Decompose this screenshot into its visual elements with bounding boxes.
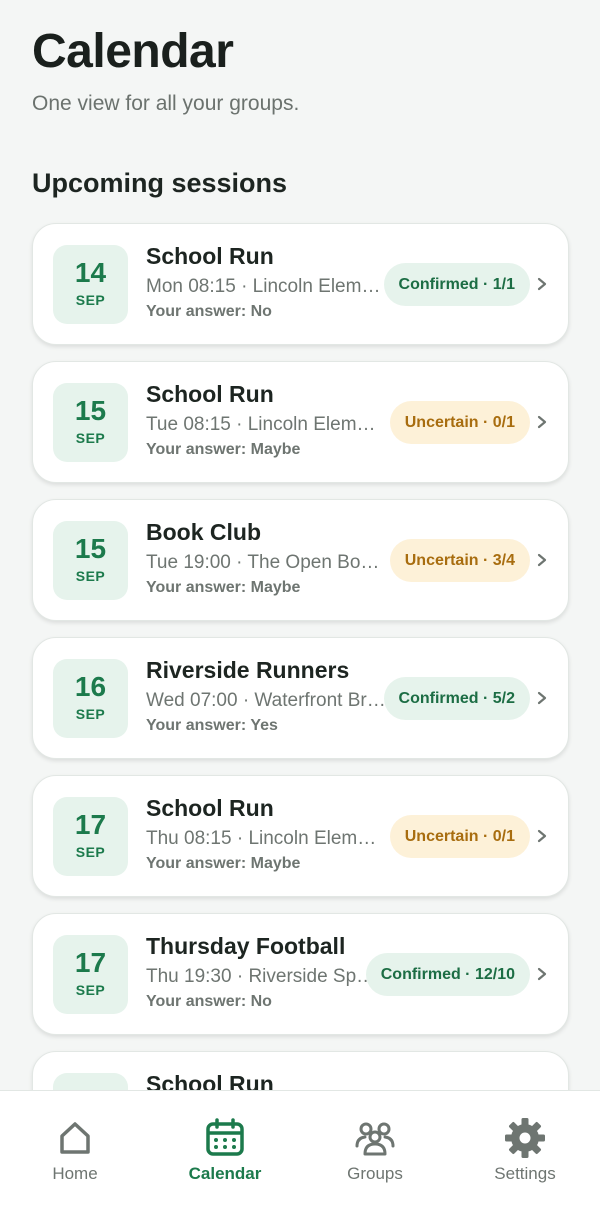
session-card[interactable]: 15 SEP School Run Tue 08:15 · Lincoln Eleme… bbox=[32, 361, 569, 483]
status-badge: Confirmed · 1/1 bbox=[383, 263, 530, 306]
page-subtitle: One view for all your groups. bbox=[32, 92, 300, 115]
calendar-screen: Calendar One view for all your groups. U… bbox=[0, 0, 600, 1208]
chevron-right-icon bbox=[537, 967, 547, 981]
session-title: School Run bbox=[146, 795, 274, 821]
date-month: SEP bbox=[75, 982, 106, 998]
date-badge: 17 SEP bbox=[53, 797, 128, 876]
date-badge: 15 SEP bbox=[53, 383, 128, 462]
chevron-right-icon bbox=[537, 553, 547, 567]
date-month: SEP bbox=[75, 430, 106, 446]
session-card[interactable]: 16 SEP Riverside Runners Wed 07:00 · Waterf… bbox=[32, 637, 569, 759]
date-day: 17 bbox=[74, 947, 107, 978]
home-icon bbox=[60, 1122, 90, 1154]
session-title: School Run bbox=[146, 243, 274, 269]
tab-home[interactable]: Home bbox=[0, 1091, 150, 1208]
groups-icon bbox=[355, 1122, 395, 1156]
session-info: Riverside Runners Wed 07:00 · Waterfront … bbox=[146, 655, 386, 735]
page-header: Calendar One view for all your groups. bbox=[32, 24, 299, 116]
session-info: School Run Tue 08:15 · Lincoln Elemen… You… bbox=[146, 379, 386, 459]
section-title: Upcoming sessions bbox=[32, 168, 288, 198]
date-month: SEP bbox=[75, 706, 106, 722]
tab-groups-label: Groups bbox=[347, 1164, 403, 1183]
tab-settings[interactable]: Settings bbox=[450, 1091, 600, 1208]
status-badge: Confirmed · 5/2 bbox=[383, 677, 530, 720]
session-answer: Your answer: No bbox=[146, 303, 272, 320]
date-month: SEP bbox=[75, 292, 106, 308]
session-list: 14 SEP School Run Mon 08:15 · Lincoln Eleme… bbox=[32, 223, 569, 1189]
session-meta: Thu 08:15 · Lincoln Elemen… bbox=[146, 828, 386, 849]
date-badge: 15 SEP bbox=[53, 521, 128, 600]
session-title: Thursday Football bbox=[146, 933, 346, 959]
page-title: Calendar bbox=[32, 25, 234, 78]
session-title: Book Club bbox=[146, 519, 261, 545]
chevron-right-icon bbox=[537, 691, 547, 705]
session-meta: Tue 19:00 · The Open Book… bbox=[146, 552, 386, 573]
status-badge: Confirmed · 12/10 bbox=[365, 953, 530, 996]
session-answer: Your answer: No bbox=[146, 993, 272, 1010]
session-title: School Run bbox=[146, 381, 274, 407]
date-day: 15 bbox=[74, 533, 107, 564]
status-badge: Uncertain · 3/4 bbox=[389, 539, 530, 582]
date-day: 14 bbox=[74, 257, 107, 288]
session-info: Thursday Football Thu 19:30 · Riverside S… bbox=[146, 931, 386, 1011]
gear-icon bbox=[505, 1118, 545, 1158]
session-title: Riverside Runners bbox=[146, 657, 350, 683]
date-badge: 14 SEP bbox=[53, 245, 128, 324]
bottom-tab-bar: Home Calendar Groups Settings bbox=[0, 1090, 600, 1208]
session-answer: Your answer: Yes bbox=[146, 717, 278, 734]
session-meta: Mon 08:15 · Lincoln Eleme… bbox=[146, 276, 386, 297]
date-badge: 16 SEP bbox=[53, 659, 128, 738]
status-badge: Uncertain · 0/1 bbox=[389, 401, 530, 444]
date-badge: 17 SEP bbox=[53, 935, 128, 1014]
date-month: SEP bbox=[75, 568, 106, 584]
session-info: School Run Mon 08:15 · Lincoln Eleme… Your… bbox=[146, 241, 386, 321]
session-answer: Your answer: Maybe bbox=[146, 855, 301, 872]
calendar-icon bbox=[206, 1118, 244, 1156]
tab-calendar[interactable]: Calendar bbox=[150, 1091, 300, 1208]
date-day: 17 bbox=[74, 809, 107, 840]
date-day: 16 bbox=[74, 671, 107, 702]
date-month: SEP bbox=[75, 844, 106, 860]
session-card[interactable]: 14 SEP School Run Mon 08:15 · Lincoln Eleme… bbox=[32, 223, 569, 345]
tab-home-label: Home bbox=[52, 1164, 98, 1183]
status-badge: Uncertain · 0/1 bbox=[389, 815, 530, 858]
session-info: School Run Thu 08:15 · Lincoln Elemen… You… bbox=[146, 793, 386, 873]
chevron-right-icon bbox=[537, 829, 547, 843]
session-card[interactable]: 17 SEP Thursday Football Thu 19:30 · Rivers… bbox=[32, 913, 569, 1035]
session-info: Book Club Tue 19:00 · The Open Book… Your … bbox=[146, 517, 386, 597]
tab-settings-label: Settings bbox=[494, 1164, 556, 1183]
chevron-right-icon bbox=[537, 277, 547, 291]
session-meta: Wed 07:00 · Waterfront Bri… bbox=[146, 690, 386, 711]
session-meta: Thu 19:30 · Riverside Sp… bbox=[146, 966, 376, 987]
session-answer: Your answer: Maybe bbox=[146, 441, 301, 458]
tab-calendar-label: Calendar bbox=[188, 1164, 262, 1183]
session-card[interactable]: 17 SEP School Run Thu 08:15 · Lincoln Eleme… bbox=[32, 775, 569, 897]
date-day: 15 bbox=[74, 395, 107, 426]
tab-groups[interactable]: Groups bbox=[300, 1091, 450, 1208]
session-answer: Your answer: Maybe bbox=[146, 579, 301, 596]
session-meta: Tue 08:15 · Lincoln Elemen… bbox=[146, 414, 386, 435]
chevron-right-icon bbox=[537, 415, 547, 429]
session-card[interactable]: 15 SEP Book Club Tue 19:00 · The Open Book…… bbox=[32, 499, 569, 621]
